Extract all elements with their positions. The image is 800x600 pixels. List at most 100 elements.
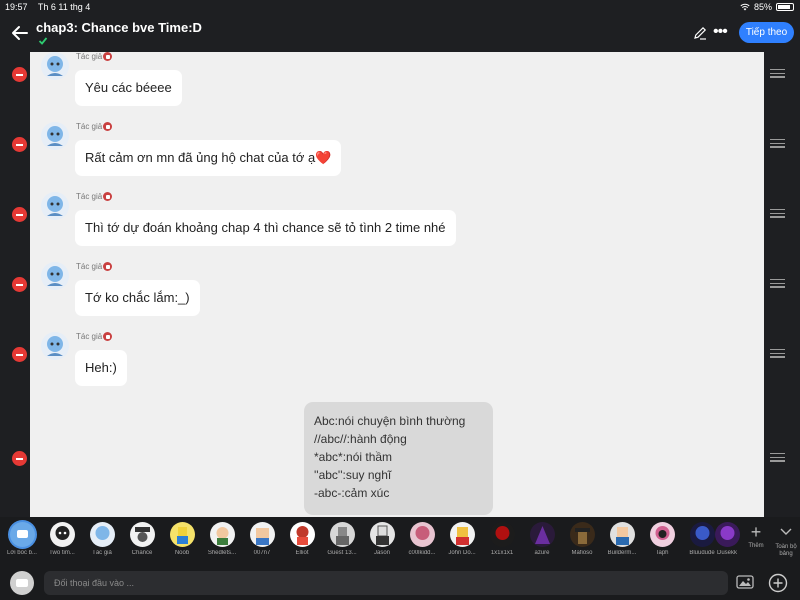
heart-emoji-icon: ❤️ [315,150,332,165]
character-bar: Lời bốc b... Two tim... Tác giả Chance N… [0,517,800,565]
author-avatar[interactable] [41,122,69,150]
message-bubble[interactable]: Heh:) [75,350,127,386]
delete-message-button[interactable] [12,137,27,152]
message-bubble[interactable]: Tớ ko chắc lắm:_) [75,280,200,316]
character-avatar [169,522,195,547]
character-avatar [209,522,235,547]
character-item[interactable]: Jason [363,522,401,556]
back-arrow-icon[interactable] [10,23,30,43]
battery-percent: 85% [753,2,772,12]
delete-message-button[interactable] [12,67,27,82]
author-badge-icon [103,262,113,271]
character-avatar [329,522,355,547]
wifi-icon [740,3,750,11]
reorder-handle-icon[interactable] [770,209,785,218]
character-item[interactable]: 1x1x1x1 [483,522,521,556]
next-button[interactable]: Tiếp theo [739,22,794,43]
character-item[interactable]: Taph [643,522,681,556]
author-avatar[interactable] [41,332,69,360]
character-avatar [609,522,635,547]
character-avatar [569,522,595,547]
character-item[interactable]: Tác giả [83,522,121,556]
status-time: 19:57 [5,2,28,12]
input-bar [0,565,800,600]
author-avatar[interactable] [41,52,69,80]
character-avatar [649,522,675,547]
chat-bubble-icon [16,579,28,587]
character-avatar [249,522,275,547]
reorder-handle-icon[interactable] [770,279,785,288]
message-author: Tác giả [76,122,113,131]
character-avatar [89,522,115,547]
message-author: Tác giả [76,262,113,271]
character-item[interactable]: Dusekk [711,522,743,556]
character-item[interactable]: Shedlets... [203,522,241,556]
delete-message-button[interactable] [12,207,27,222]
message-author: Tác giả [76,52,113,61]
character-avatar [489,522,515,547]
chevron-down-icon [780,528,792,535]
character-item[interactable]: Two tim... [43,522,81,556]
status-date: Th 6 11 thg 4 [37,2,91,12]
note-line: *abc*:nói thầm [314,450,393,464]
author-avatar[interactable] [41,262,69,290]
all-characters-button[interactable]: Toàn bộ bảng [775,523,797,558]
plus-icon: + [750,522,762,542]
author-badge-icon [103,192,113,201]
author-badge-icon [103,52,113,61]
character-avatar [449,522,475,547]
check-icon [38,37,48,45]
character-item[interactable]: Chance [123,522,161,556]
author-badge-icon [103,122,113,131]
character-item[interactable]: azure [523,522,561,556]
character-avatar [289,522,315,547]
message-author: Tác giả [76,192,113,201]
character-item[interactable]: 007n7 [243,522,281,556]
reorder-handle-icon[interactable] [770,349,785,358]
edit-pencil-icon[interactable] [692,25,708,41]
character-item[interactable]: John Do... [443,522,481,556]
character-item[interactable]: Guest 13... [323,522,361,556]
note-line: Abc:nói chuyện bình thường [314,414,466,428]
author-avatar[interactable] [41,192,69,220]
image-icon[interactable] [736,574,754,590]
character-narrator[interactable]: Lời bốc b... [3,522,41,556]
chat-mode-button[interactable] [10,571,34,595]
character-avatar [369,522,395,547]
delete-message-button[interactable] [12,451,27,466]
author-badge-icon [103,332,113,341]
character-avatar [49,522,75,547]
battery-fill [778,5,790,9]
dialogue-input[interactable] [44,571,728,595]
note-line: //abc//:hành động [314,432,407,446]
character-item[interactable]: Builderm... [603,522,641,556]
message-bubble[interactable]: Yêu các béeee [75,70,182,106]
more-options-icon[interactable]: ••• [713,24,733,42]
character-item[interactable]: c00lkidd... [403,522,441,556]
reorder-handle-icon[interactable] [770,139,785,148]
character-avatar [529,522,555,547]
message-bubble[interactable]: Thì tớ dự đoán khoảng chap 4 thì chance … [75,210,456,246]
message-author: Tác giả [76,332,113,341]
narration-bubble[interactable]: Abc:nói chuyện bình thường //abc//:hành … [304,402,493,515]
delete-message-button[interactable] [12,277,27,292]
note-line: ''abc'':suy nghĩ [314,468,392,482]
note-line: -abc-:cảm xúc [314,486,390,500]
battery-icon [776,3,794,11]
character-item[interactable]: Mafioso [563,522,601,556]
chapter-title: chap3: Chance bve Time:D [36,20,202,35]
message-bubble[interactable]: Rất cảm ơn mn đã ủng hộ chat của tớ ạ❤️ [75,140,342,176]
character-item[interactable]: Noob [163,522,201,556]
add-character-button[interactable]: + Thêm [745,523,767,549]
chat-panel: Tác giả Yêu các béeee Tác giả Rất cảm ơn… [30,52,764,517]
reorder-handle-icon[interactable] [770,69,785,78]
character-avatar [129,522,155,547]
reorder-handle-icon[interactable] [770,453,785,462]
header: chap3: Chance bve Time:D ••• Tiếp theo [0,14,800,52]
narrator-avatar [9,522,35,547]
character-item[interactable]: Elliot [283,522,321,556]
add-circle-icon[interactable] [768,573,788,593]
delete-message-button[interactable] [12,347,27,362]
character-avatar [714,522,740,547]
character-avatar [409,522,435,547]
